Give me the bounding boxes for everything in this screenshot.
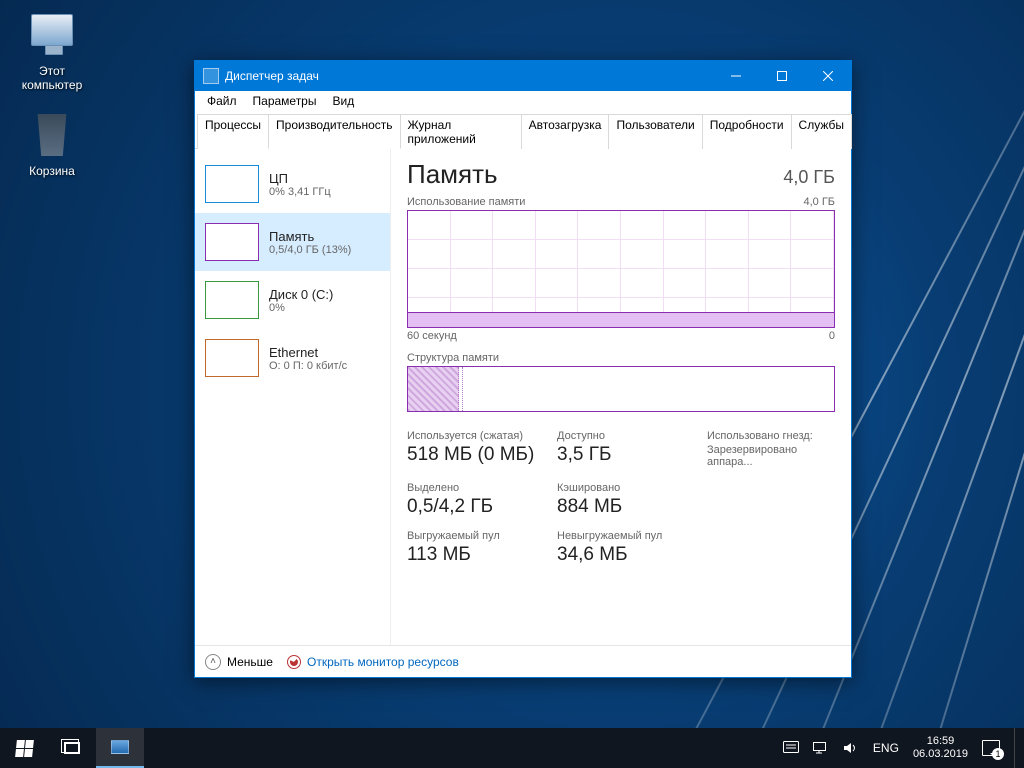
sidebar-item-memory[interactable]: Память0,5/4,0 ГБ (13%) [195, 213, 390, 271]
task-view-icon [64, 742, 80, 754]
cpu-thumb-icon [205, 165, 259, 203]
stat-label: Доступно [557, 430, 697, 442]
memory-composition-bar[interactable] [407, 366, 835, 412]
stat-value: 518 МБ (0 МБ) [407, 444, 547, 466]
stat-value: 0,5/4,2 ГБ [407, 496, 547, 518]
memory-composition-label: Структура памяти [407, 352, 835, 364]
action-center-button[interactable]: 1 [982, 740, 1000, 756]
maximize-button[interactable] [759, 61, 805, 91]
tab-bar: Процессы Производительность Журнал прило… [195, 111, 851, 149]
window-titlebar[interactable]: Диспетчер задач [195, 61, 851, 91]
app-icon [203, 68, 219, 84]
stat-value: 34,6 МБ [557, 544, 697, 566]
sidebar-item-sub: 0% [269, 302, 333, 314]
sidebar-item-sub: 0% 3,41 ГГц [269, 186, 331, 198]
resource-monitor-icon [287, 655, 301, 669]
tab-app-history[interactable]: Журнал приложений [400, 114, 522, 149]
keyboard-icon[interactable] [783, 741, 799, 755]
clock-time: 16:59 [913, 735, 968, 748]
network-icon[interactable] [813, 741, 829, 755]
close-button[interactable] [805, 61, 851, 91]
stat-label: Использовано гнезд: [707, 430, 835, 442]
fewer-details-button[interactable]: ˄ Меньше [205, 654, 273, 670]
tab-startup[interactable]: Автозагрузка [521, 114, 610, 149]
sidebar-item-title: Ethernet [269, 345, 347, 360]
menu-view[interactable]: Вид [324, 92, 362, 110]
chart-title: Использование памяти [407, 196, 525, 208]
sidebar-item-disk[interactable]: Диск 0 (C:)0% [195, 271, 390, 329]
panel-heading: Память [407, 159, 498, 190]
sidebar-item-ethernet[interactable]: EthernetО: 0 П: 0 кбит/с [195, 329, 390, 387]
system-tray: ENG 16:59 06.03.2019 1 [783, 728, 1024, 768]
desktop-icon-this-pc[interactable]: Этот компьютер [10, 14, 94, 92]
chevron-up-icon: ˄ [205, 654, 221, 670]
monitor-icon [31, 14, 73, 46]
menu-bar: Файл Параметры Вид [195, 91, 851, 111]
sidebar-item-title: Память [269, 229, 351, 244]
sidebar: ЦП0% 3,41 ГГц Память0,5/4,0 ГБ (13%) Дис… [195, 149, 391, 645]
memory-thumb-icon [205, 223, 259, 261]
sidebar-item-sub: 0,5/4,0 ГБ (13%) [269, 244, 351, 256]
chart-x-left: 60 секунд [407, 330, 457, 342]
tab-users[interactable]: Пользователи [608, 114, 702, 149]
stat-label: Невыгружаемый пул [557, 530, 697, 542]
tab-details[interactable]: Подробности [702, 114, 792, 149]
open-resource-monitor-link[interactable]: Открыть монитор ресурсов [287, 655, 459, 669]
volume-icon[interactable] [843, 741, 859, 755]
performance-panel: Память 4,0 ГБ Использование памяти 4,0 Г… [391, 149, 851, 645]
desktop-icon-label: Корзина [10, 164, 94, 178]
disk-thumb-icon [205, 281, 259, 319]
window-title: Диспетчер задач [225, 69, 713, 83]
minimize-button[interactable] [713, 61, 759, 91]
taskbar: ENG 16:59 06.03.2019 1 [0, 728, 1024, 768]
stat-value: Зарезервировано аппара... [707, 444, 835, 468]
stat-label: Выгружаемый пул [407, 530, 547, 542]
clock[interactable]: 16:59 06.03.2019 [913, 735, 968, 761]
tab-services[interactable]: Службы [791, 114, 852, 149]
windows-logo-icon [15, 740, 34, 757]
chart-y-max: 4,0 ГБ [803, 196, 835, 208]
ethernet-thumb-icon [205, 339, 259, 377]
memory-capacity: 4,0 ГБ [783, 167, 835, 188]
notification-badge: 1 [992, 748, 1004, 760]
desktop-icon-recycle-bin[interactable]: Корзина [10, 114, 94, 178]
sidebar-item-title: ЦП [269, 171, 331, 186]
stat-label: Кэшировано [557, 482, 697, 494]
task-manager-icon [111, 740, 129, 754]
sidebar-item-title: Диск 0 (C:) [269, 287, 333, 302]
stat-value: 884 МБ [557, 496, 697, 518]
task-manager-window: Диспетчер задач Файл Параметры Вид Проце… [194, 60, 852, 678]
menu-options[interactable]: Параметры [245, 92, 325, 110]
sidebar-item-sub: О: 0 П: 0 кбит/с [269, 360, 347, 372]
window-footer: ˄ Меньше Открыть монитор ресурсов [195, 645, 851, 677]
stat-label: Используется (сжатая) [407, 430, 547, 442]
chart-x-right: 0 [829, 330, 835, 342]
sidebar-item-cpu[interactable]: ЦП0% 3,41 ГГц [195, 155, 390, 213]
start-button[interactable] [0, 728, 48, 768]
memory-stats: Используется (сжатая) 518 МБ (0 МБ) Досту… [407, 430, 835, 566]
stat-label: Выделено [407, 482, 547, 494]
taskbar-app-task-manager[interactable] [96, 728, 144, 768]
tab-performance[interactable]: Производительность [268, 114, 400, 149]
show-desktop-button[interactable] [1014, 728, 1018, 768]
desktop-icon-label: Этот компьютер [10, 64, 94, 92]
language-indicator[interactable]: ENG [873, 741, 899, 755]
clock-date: 06.03.2019 [913, 748, 968, 761]
task-view-button[interactable] [48, 728, 96, 768]
memory-usage-chart[interactable] [407, 210, 835, 328]
trash-icon [34, 114, 70, 156]
stat-value: 113 МБ [407, 544, 547, 566]
menu-file[interactable]: Файл [199, 92, 245, 110]
stat-value: 3,5 ГБ [557, 444, 697, 466]
tab-processes[interactable]: Процессы [197, 114, 269, 149]
